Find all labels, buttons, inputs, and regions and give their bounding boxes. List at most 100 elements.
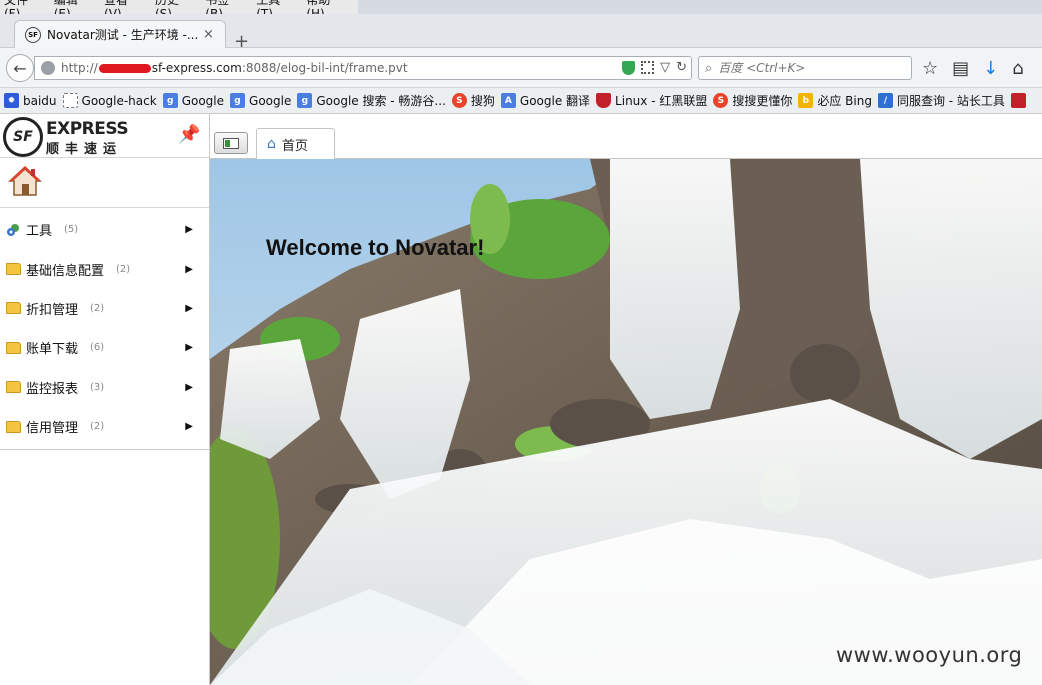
sidebar-item-monitor-report[interactable]: 监控报表 (3) ▶ <box>0 368 209 407</box>
url-path: :8088/elog-bil-int/frame.pvt <box>241 61 408 75</box>
address-bar[interactable]: http:// sf-express.com:8088/elog-bil-int/… <box>34 56 692 80</box>
reading-list-icon[interactable]: ▤ <box>952 58 969 79</box>
sidebar-divider <box>0 449 209 450</box>
back-arrow-icon: ← <box>13 58 27 78</box>
sidebar-item-label: 工具 <box>26 224 53 240</box>
bookmark-overflow[interactable] <box>1010 93 1030 108</box>
sf-logo-icon: SF <box>3 117 43 157</box>
back-button[interactable]: ← <box>6 54 34 82</box>
chart-icon: / <box>877 93 893 108</box>
home-row <box>0 158 209 208</box>
overflow-icon <box>1010 93 1026 108</box>
bookmark-sogou[interactable]: S 搜狗 <box>451 92 495 109</box>
bookmark-webmaster[interactable]: / 同服查询 - 站长工具 <box>877 92 1005 109</box>
dropdown-arrow-icon[interactable]: ▽ <box>660 60 670 75</box>
paw-icon: ✹ <box>4 93 19 108</box>
search-bar[interactable]: ⌕ <box>698 56 912 80</box>
logo-text-cn: 顺丰速运 <box>46 142 123 157</box>
menu-bar: 文件(F) 编辑(E) 查看(V) 历史(S) 书签(B) 工具(T) 帮助(H… <box>0 0 1042 21</box>
reload-icon[interactable]: ↻ <box>676 60 687 75</box>
tab-home-label: 首页 <box>281 138 308 154</box>
download-icon[interactable]: ↓ <box>983 58 998 79</box>
sidebar: SF EXPRESS 顺丰速运 📌 工具 (5) ▶ 基础信息配置 (2) ▶ … <box>0 114 210 685</box>
pin-icon[interactable]: 📌 <box>178 124 200 145</box>
search-input[interactable] <box>718 61 899 75</box>
bookmark-star-icon[interactable]: ☆ <box>922 58 938 79</box>
qr-code-icon[interactable] <box>641 61 655 74</box>
bookmark-baidu[interactable]: ✹ baidu <box>4 93 57 108</box>
house-icon[interactable] <box>8 164 42 198</box>
search-icon: ⌕ <box>705 60 713 76</box>
toolbar-buttons: ☆ ▤ ↓ ⌂ <box>922 58 1024 79</box>
folder-icon <box>6 263 21 276</box>
bookmarks-bar: ✹ baidu Google-hack g Google g Google g Goog… <box>0 88 1042 114</box>
security-shield-icon[interactable] <box>622 60 636 75</box>
home-icon[interactable]: ⌂ <box>1012 58 1023 79</box>
sidebar-item-count: (3) <box>90 381 105 393</box>
sidebar-item-count: (5) <box>64 224 79 236</box>
browser-tab-active[interactable]: SF Novatar测试 - 生产环境 -... × <box>14 20 226 48</box>
close-tab-icon[interactable]: × <box>203 27 214 42</box>
sidebar-item-count: (2) <box>90 302 105 314</box>
tab-home[interactable]: ⌂ 首页 <box>256 128 335 160</box>
url-bar-icons: ▽ ↻ <box>622 60 687 75</box>
blank-page-icon <box>62 93 78 108</box>
chevron-right-icon: ▶ <box>185 263 193 275</box>
bookmark-soso[interactable]: S 搜搜更懂你 <box>713 92 792 109</box>
sidebar-item-label: 信用管理 <box>26 421 79 437</box>
google-icon: g <box>297 93 313 108</box>
sidebar-item-label: 账单下载 <box>26 342 79 358</box>
bookmark-label: Linux - 红黑联盟 <box>615 94 708 108</box>
content-tab-bar: ⌂ 首页 <box>210 114 1042 160</box>
home-tab-icon: ⌂ <box>267 136 276 152</box>
sidebar-item-label: 基础信息配置 <box>26 263 105 279</box>
watermark-text: www.wooyun.org <box>836 643 1023 667</box>
bookmark-google-search[interactable]: g Google 搜索 - 畅游谷... <box>297 92 446 109</box>
chevron-right-icon: ▶ <box>185 302 193 314</box>
bookmark-google-translate[interactable]: A Google 翻译 <box>500 92 591 109</box>
globe-icon <box>41 61 55 75</box>
url-text[interactable]: http:// sf-express.com:8088/elog-bil-int/… <box>61 61 408 75</box>
folder-icon <box>6 420 21 433</box>
panel-toggle-icon <box>223 137 239 149</box>
bookmark-google[interactable]: g Google <box>162 93 225 108</box>
toggle-sidebar-button[interactable] <box>214 132 248 154</box>
tab-strip: SF Novatar测试 - 生产环境 -... × + <box>0 14 1042 51</box>
sidebar-item-tools[interactable]: 工具 (5) ▶ <box>0 210 209 249</box>
chevron-right-icon: ▶ <box>185 342 193 354</box>
browser-tab-title: Novatar测试 - 生产环境 -... <box>47 28 197 42</box>
shield-icon <box>596 93 612 108</box>
google-icon: g <box>162 93 178 108</box>
logo-row: SF EXPRESS 顺丰速运 📌 <box>0 114 209 158</box>
welcome-heading: Welcome to Novatar! <box>266 235 485 260</box>
translate-icon: A <box>500 93 516 108</box>
sidebar-item-bill-download[interactable]: 账单下载 (6) ▶ <box>0 328 209 367</box>
bookmark-label: Google <box>249 93 292 108</box>
waterfall-background-image: Welcome to Novatar! www.wooyun.org <box>210 159 1042 685</box>
navigation-bar: ← http:// sf-express.com:8088/elog-bil-in… <box>0 48 1042 88</box>
bookmark-google-hack[interactable]: Google-hack <box>62 93 157 108</box>
sidebar-item-credit[interactable]: 信用管理 (2) ▶ <box>0 407 209 446</box>
bing-icon: b <box>798 93 814 108</box>
bookmark-label: 同服查询 - 站长工具 <box>896 94 1005 108</box>
bookmark-label: baidu <box>23 93 57 108</box>
redaction-mark <box>98 64 151 73</box>
bookmark-label: 必应 Bing <box>817 94 872 108</box>
bookmark-label: Google 搜索 - 畅游谷... <box>316 94 446 108</box>
bookmark-google-2[interactable]: g Google <box>230 93 291 108</box>
bookmark-label: Google <box>181 93 225 108</box>
sidebar-item-label: 监控报表 <box>26 381 79 397</box>
bookmark-linux[interactable]: Linux - 红黑联盟 <box>596 92 707 109</box>
folder-icon <box>6 302 21 315</box>
bookmark-bing[interactable]: b 必应 Bing <box>798 92 872 109</box>
sidebar-item-count: (6) <box>90 342 105 354</box>
sf-favicon-icon: SF <box>25 26 41 43</box>
main-content: ⌂ 首页 Welcome to Novatar! www.wooyun.org <box>210 114 1042 685</box>
bookmark-label: Google 翻译 <box>519 94 591 108</box>
google-icon: g <box>230 93 246 108</box>
url-scheme: http:// <box>61 61 98 75</box>
sidebar-item-count: (2) <box>116 263 131 275</box>
logo-text-en: EXPRESS <box>46 119 129 139</box>
sidebar-item-discount[interactable]: 折扣管理 (2) ▶ <box>0 289 209 328</box>
sidebar-item-basic-config[interactable]: 基础信息配置 (2) ▶ <box>0 249 209 288</box>
